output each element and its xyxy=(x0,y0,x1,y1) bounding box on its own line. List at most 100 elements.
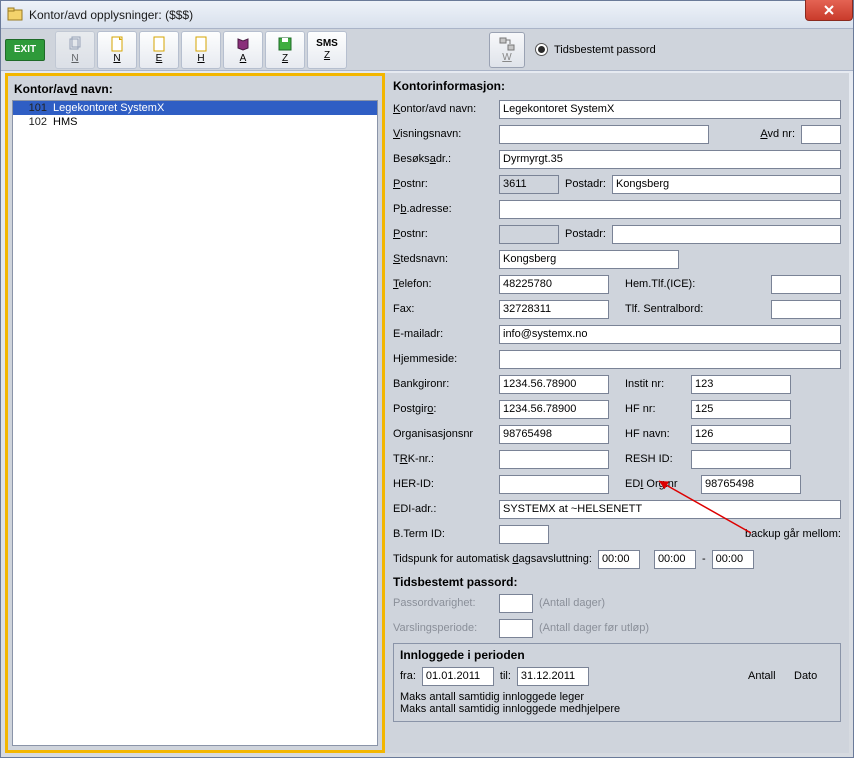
fax-field[interactable] xyxy=(499,300,609,319)
backup-from-field[interactable] xyxy=(654,550,696,569)
toolbar-btn-z[interactable]: Z xyxy=(265,31,305,69)
office-list[interactable]: 101 Legekontoret SystemX 102 HMS xyxy=(12,100,378,746)
stedsnavn-field[interactable] xyxy=(499,250,679,269)
toolbar-btn-copy[interactable]: N xyxy=(55,31,95,69)
office-list-heading: Kontor/avd navn: xyxy=(14,82,376,96)
label-telefon: Telefon: xyxy=(393,278,493,290)
hint-varighet: (Antall dager) xyxy=(539,597,605,609)
copy-icon xyxy=(67,36,83,52)
details-pane: Kontorinformasjon: Kontor/avd navn: Visn… xyxy=(385,73,849,753)
label-tidspunkt: Tidspunk for automatisk dagsavsluttning: xyxy=(393,553,592,565)
close-icon xyxy=(823,4,835,16)
telefon-field[interactable] xyxy=(499,275,609,294)
label-visningsnavn: Visningsnavn: xyxy=(393,128,493,140)
app-window: Kontor/avd opplysninger: ($$$) EXIT N N … xyxy=(0,0,854,758)
kontor-navn-field[interactable] xyxy=(499,100,841,119)
varighet-field xyxy=(499,594,533,613)
label-backup: backup går mellom: xyxy=(745,528,841,540)
daily-time-field[interactable] xyxy=(598,550,640,569)
label-varsling: Varslingsperiode: xyxy=(393,622,493,634)
email-field[interactable] xyxy=(499,325,841,344)
list-item[interactable]: 101 Legekontoret SystemX xyxy=(13,101,377,115)
label-sentralbord: Tlf. Sentralbord: xyxy=(625,303,703,315)
trknr-field[interactable] xyxy=(499,450,609,469)
bankgironr-field[interactable] xyxy=(499,375,609,394)
radio-dot-icon xyxy=(535,43,548,56)
label-institnr: Instit nr: xyxy=(625,378,685,390)
label-hfnavn: HF navn: xyxy=(625,428,685,440)
sentralbord-field[interactable] xyxy=(771,300,841,319)
ediorgnr-field[interactable] xyxy=(701,475,801,494)
toolbar-btn-e[interactable]: E xyxy=(139,31,179,69)
toolbar-btn-new[interactable]: N xyxy=(97,31,137,69)
avd-nr-field[interactable] xyxy=(801,125,841,144)
doc-h-icon xyxy=(193,36,209,52)
ediadr-field[interactable] xyxy=(499,500,841,519)
sms-icon: SMS xyxy=(316,38,338,49)
period-row-2: Maks antall samtidig innloggede medhjelp… xyxy=(400,703,834,715)
window-close-button[interactable] xyxy=(805,0,853,21)
label-besoksadr: Besøksadr.: xyxy=(393,153,493,165)
label-avd-nr: Avd nr: xyxy=(760,128,795,140)
besoksadr-field[interactable] xyxy=(499,150,841,169)
toolbar: EXIT N N E H A Z SMS Z xyxy=(1,29,853,71)
hjemmeside-field[interactable] xyxy=(499,350,841,369)
password-heading: Tidsbestemt passord: xyxy=(393,575,841,589)
exit-button[interactable]: EXIT xyxy=(5,39,45,61)
pbadresse-field[interactable] xyxy=(499,200,841,219)
toolbar-btn-sms[interactable]: SMS Z xyxy=(307,31,347,69)
app-icon xyxy=(7,7,23,23)
postadr-field[interactable] xyxy=(612,175,841,194)
hfnavn-field[interactable] xyxy=(691,425,791,444)
varsling-field xyxy=(499,619,533,638)
label-stedsnavn: Stedsnavn: xyxy=(393,253,493,265)
postnr2-field[interactable] xyxy=(499,225,559,244)
label-ediorgnr: EDI Org.nr xyxy=(625,478,695,490)
label-orgnr: Organisasjonsnr xyxy=(393,428,493,440)
period-heading: Innloggede i perioden xyxy=(400,648,834,662)
institnr-field[interactable] xyxy=(691,375,791,394)
visningsnavn-field[interactable] xyxy=(499,125,709,144)
label-hjemmeside: Hjemmeside: xyxy=(393,353,493,365)
office-list-pane: Kontor/avd navn: 101 Legekontoret System… xyxy=(5,73,385,753)
label-varighet: Passordvarighet: xyxy=(393,597,493,609)
label-postadr: Postadr: xyxy=(565,178,606,190)
postnr-field[interactable] xyxy=(499,175,559,194)
label-reshid: RESH ID: xyxy=(625,453,685,465)
btermid-field[interactable] xyxy=(499,525,549,544)
label-btermid: B.Term ID: xyxy=(393,528,493,540)
orgnr-field[interactable] xyxy=(499,425,609,444)
between-sep: - xyxy=(702,553,706,565)
details-heading: Kontorinformasjon: xyxy=(393,79,841,93)
postadr2-field[interactable] xyxy=(612,225,841,244)
label-bankgironr: Bankgironr: xyxy=(393,378,493,390)
label-herid: HER-ID: xyxy=(393,478,493,490)
label-pbadresse: Pb.adresse: xyxy=(393,203,493,215)
label-fax: Fax: xyxy=(393,303,493,315)
label-hemtlf: Hem.Tlf.(ICE): xyxy=(625,278,695,290)
hfnr-field[interactable] xyxy=(691,400,791,419)
col-antall: Antall xyxy=(748,670,788,682)
postgiro-field[interactable] xyxy=(499,400,609,419)
toolbar-btn-h[interactable]: H xyxy=(181,31,221,69)
herid-field[interactable] xyxy=(499,475,609,494)
transfer-icon xyxy=(499,36,515,52)
til-field[interactable] xyxy=(517,667,589,686)
list-item[interactable]: 102 HMS xyxy=(13,115,377,129)
label-hfnr: HF nr: xyxy=(625,403,685,415)
backup-to-field[interactable] xyxy=(712,550,754,569)
titlebar: Kontor/avd opplysninger: ($$$) xyxy=(1,1,853,29)
toolbar-btn-a[interactable]: A xyxy=(223,31,263,69)
toolbar-btn-w[interactable]: W xyxy=(489,32,525,68)
hemtlf-field[interactable] xyxy=(771,275,841,294)
label-trknr: TRK-nr.: xyxy=(393,453,493,465)
hint-varsling: (Antall dager før utløp) xyxy=(539,622,649,634)
label-fra: fra: xyxy=(400,670,416,682)
reshid-field[interactable] xyxy=(691,450,791,469)
timed-password-radio[interactable]: Tidsbestemt passord xyxy=(535,43,656,56)
fra-field[interactable] xyxy=(422,667,494,686)
book-icon xyxy=(235,36,251,52)
doc-icon xyxy=(151,36,167,52)
label-til: til: xyxy=(500,670,511,682)
new-doc-icon xyxy=(109,36,125,52)
